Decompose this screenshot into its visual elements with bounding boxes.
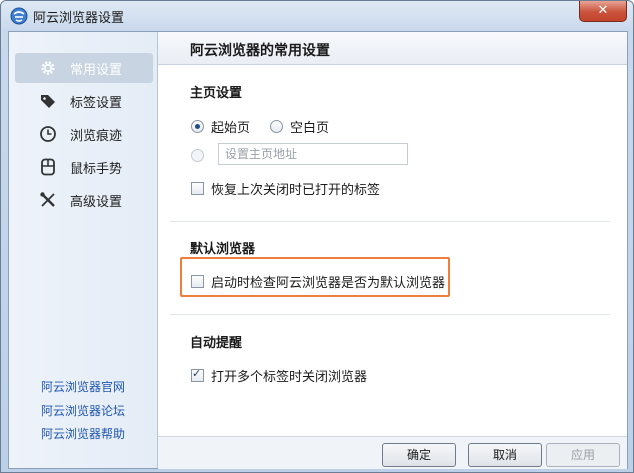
restore-tabs-checkbox[interactable]	[191, 182, 204, 195]
sidebar-item-history[interactable]: 浏览痕迹	[15, 119, 153, 149]
start-page-label[interactable]: 起始页	[211, 117, 250, 136]
section-divider	[170, 314, 610, 315]
auto-remind-heading: 自动提醒	[190, 336, 243, 351]
default-browser-heading: 默认浏览器	[190, 242, 256, 257]
clock-icon	[40, 126, 56, 142]
sidebar-item-mouse-gesture[interactable]: 鼠标手势	[15, 152, 153, 182]
close-button[interactable]: ✕	[579, 1, 627, 22]
official-site-link[interactable]: 阿云浏览器官网	[41, 378, 125, 395]
check-default-label[interactable]: 启动时检查阿云浏览器是否为默认浏览器	[211, 272, 445, 291]
section-divider	[170, 221, 610, 222]
start-page-radio[interactable]	[191, 120, 204, 133]
restore-tabs-label[interactable]: 恢复上次关闭时已打开的标签	[211, 179, 380, 198]
sidebar-item-label: 常用设置	[70, 63, 123, 78]
blank-page-label[interactable]: 空白页	[290, 117, 329, 136]
sidebar-item-label: 鼠标手势	[70, 162, 123, 177]
blank-page-radio[interactable]	[270, 120, 283, 133]
sidebar-item-general[interactable]: 常用设置	[15, 53, 153, 83]
tag-icon	[41, 95, 55, 108]
main-panel: 阿云浏览器的常用设置 主页设置 起始页 空白页 恢复上次关闭时已打开的标签 默认…	[158, 32, 627, 469]
window-title: 阿云浏览器设置	[33, 11, 125, 26]
ok-button[interactable]: 确定	[382, 443, 456, 467]
client-area: 常用设置 标签设置 浏览痕迹 鼠标手势 高级设置 阿云浏览器官网 阿云浏览器论坛…	[8, 31, 628, 469]
panel-header: 阿云浏览器的常用设置	[158, 32, 627, 65]
sidebar-item-tabs[interactable]: 标签设置	[15, 86, 153, 116]
title-bar[interactable]: 阿云浏览器设置 ✕	[1, 1, 633, 31]
cancel-button[interactable]: 取消	[468, 443, 542, 467]
check-default-checkbox[interactable]	[191, 275, 204, 288]
forum-link[interactable]: 阿云浏览器论坛	[41, 402, 125, 419]
tools-icon	[40, 192, 55, 207]
gear-icon	[41, 61, 55, 75]
custom-homepage-radio[interactable]	[191, 149, 204, 162]
settings-window: 阿云浏览器设置 ✕ 常用设置 标签设置 浏览痕迹 鼠标手势 高级设置 阿云浏览器…	[0, 0, 634, 473]
sidebar-item-advanced[interactable]: 高级设置	[15, 185, 153, 215]
sidebar-item-label: 高级设置	[70, 195, 123, 210]
sidebar: 常用设置 标签设置 浏览痕迹 鼠标手势 高级设置 阿云浏览器官网 阿云浏览器论坛…	[9, 32, 158, 468]
homepage-url-input[interactable]	[218, 143, 408, 165]
dialog-footer: 确定 取消 应用	[158, 436, 627, 469]
close-icon: ✕	[597, 3, 609, 18]
browser-logo-icon	[10, 7, 28, 25]
homepage-heading: 主页设置	[190, 86, 243, 101]
close-multi-tabs-label[interactable]: 打开多个标签时关闭浏览器	[211, 366, 367, 385]
help-link[interactable]: 阿云浏览器帮助	[41, 425, 125, 442]
apply-button[interactable]: 应用	[546, 443, 620, 467]
page-title: 阿云浏览器的常用设置	[190, 43, 330, 59]
close-multi-tabs-checkbox[interactable]	[191, 367, 204, 382]
mouse-icon	[41, 158, 55, 176]
sidebar-item-label: 标签设置	[70, 96, 123, 111]
sidebar-item-label: 浏览痕迹	[70, 129, 123, 144]
